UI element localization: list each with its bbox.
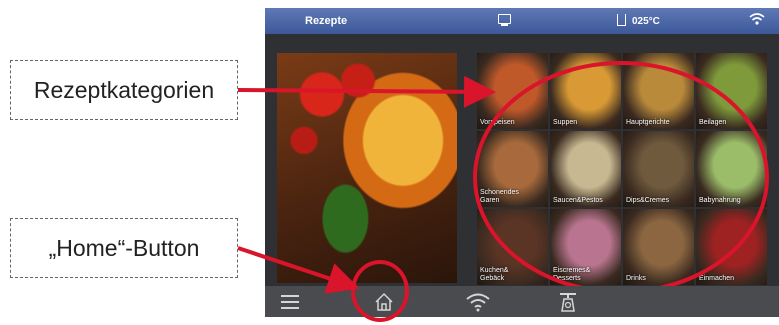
arrow-home [237, 246, 360, 294]
arrow-categories [237, 75, 496, 108]
callout-arrows [237, 75, 496, 294]
